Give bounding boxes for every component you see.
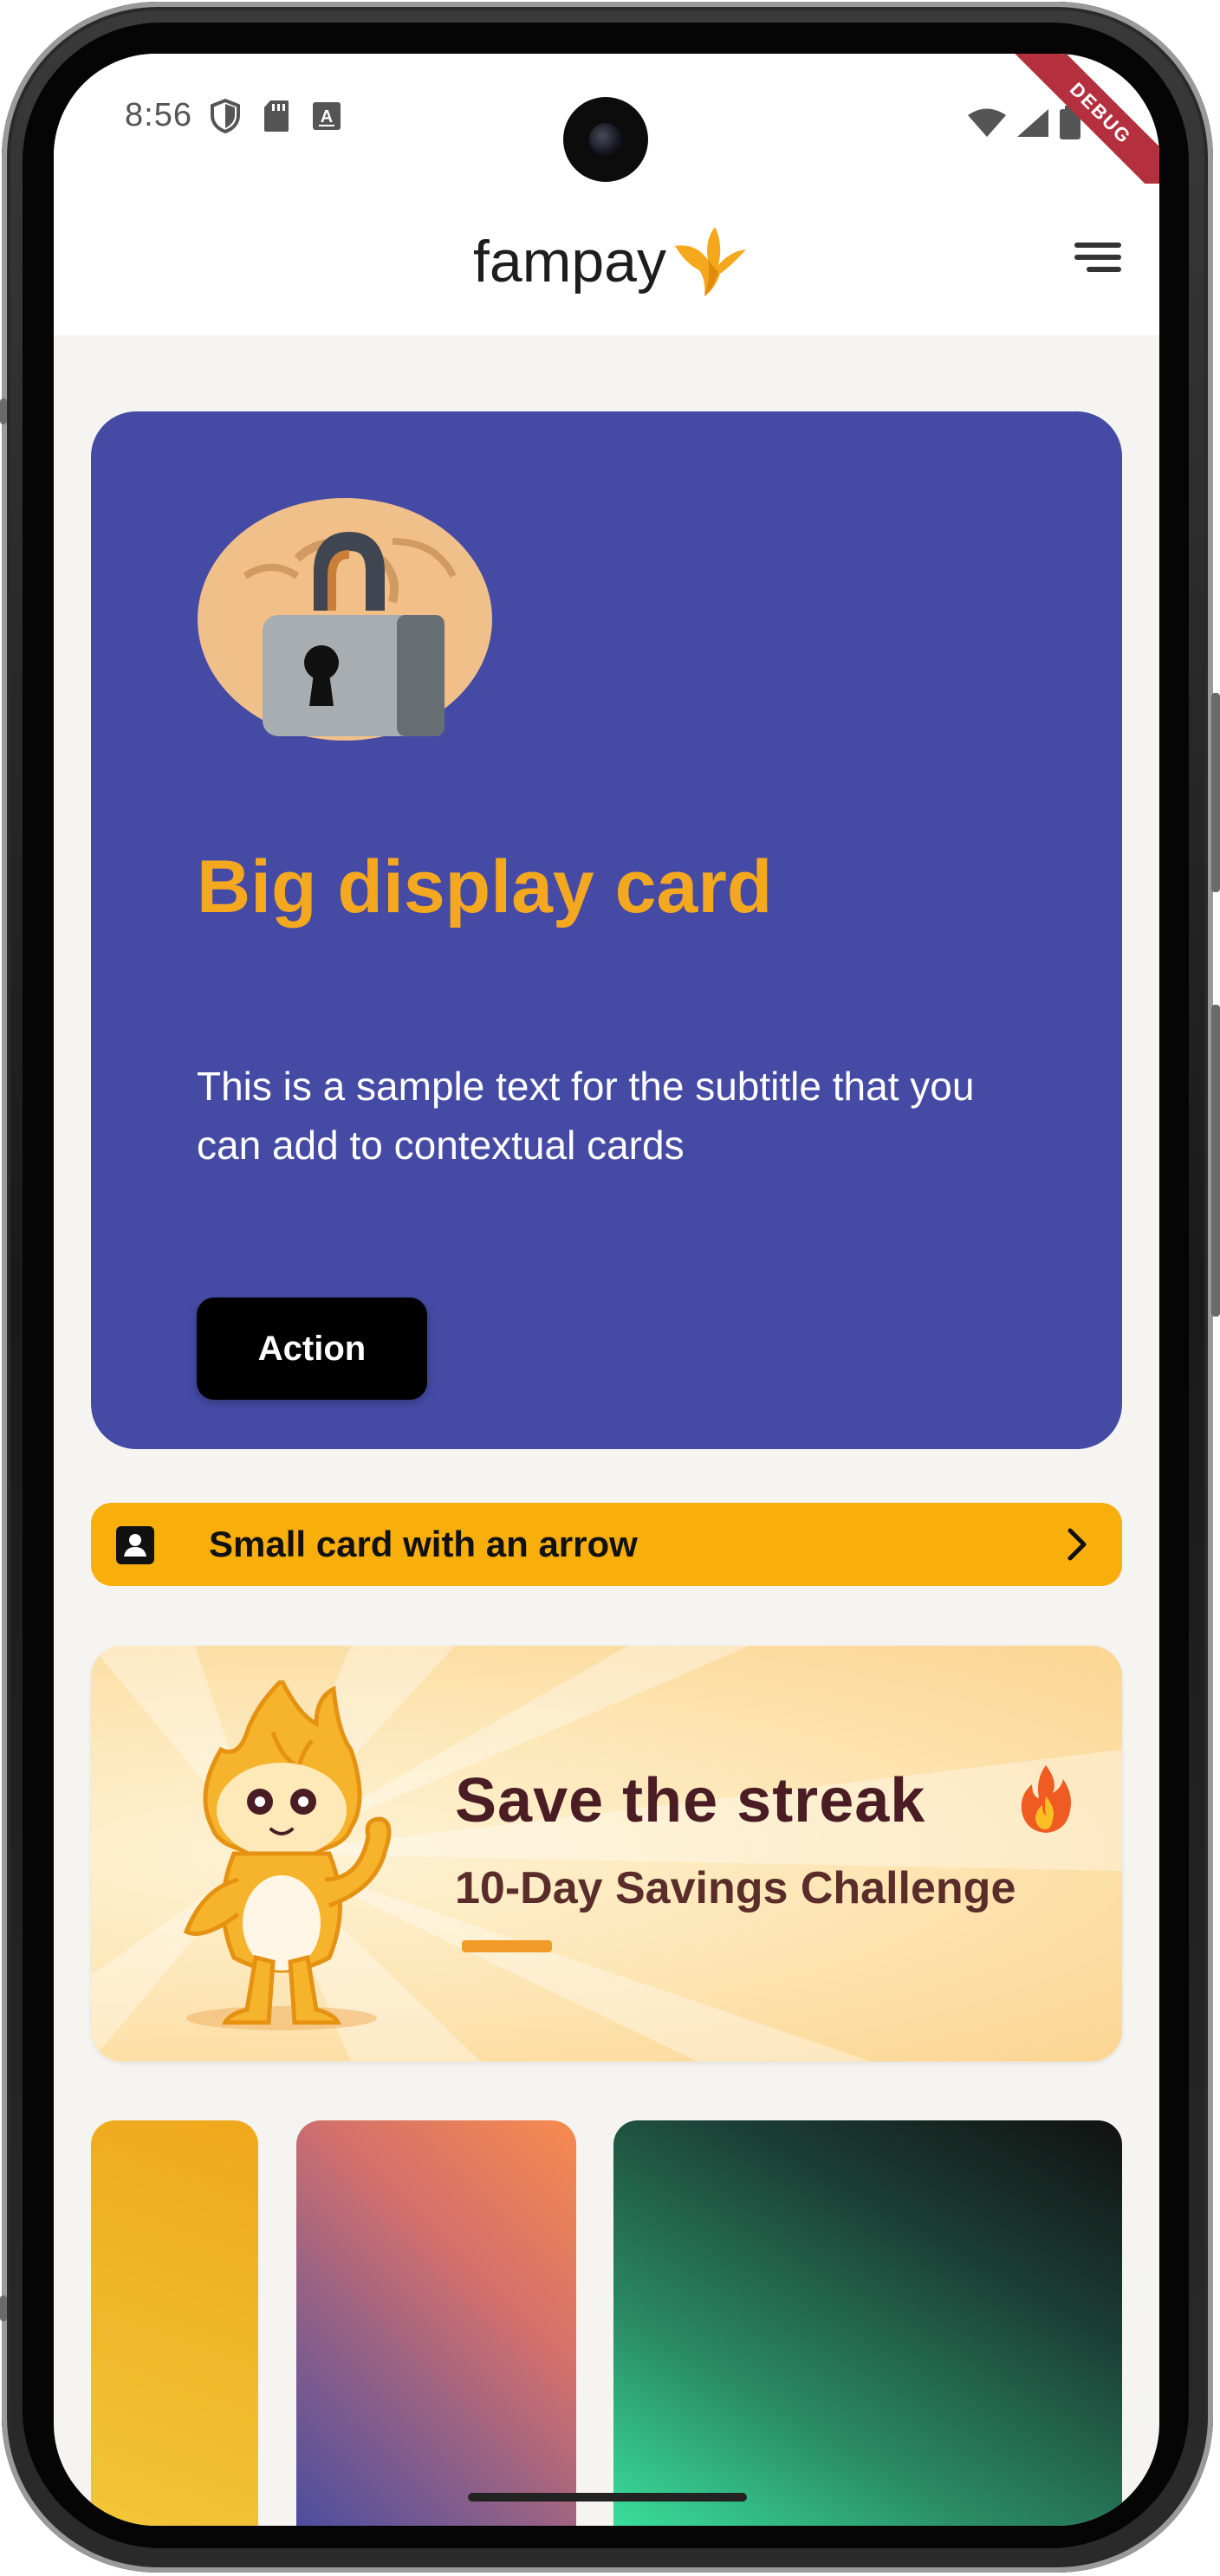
action-button[interactable]: Action — [197, 1298, 427, 1400]
front-camera — [563, 97, 648, 182]
flame-mascot-icon — [183, 1680, 392, 2030]
fampay-bird-icon — [675, 227, 746, 296]
app-screen: 8:56 A DEBUG fampay Big display card Thi… — [54, 54, 1159, 2526]
menu-button[interactable] — [1069, 236, 1121, 279]
left-side-button — [0, 398, 7, 424]
menu-icon-line-3 — [1087, 267, 1121, 272]
power-button — [1211, 693, 1220, 892]
volume-button — [1211, 1005, 1220, 1317]
home-indicator[interactable] — [468, 2493, 747, 2502]
banner-headline: Save the streak — [455, 1766, 926, 1835]
gradient-card-2[interactable] — [296, 2120, 576, 2526]
small-card-with-arrow[interactable]: Small card with an arrow — [91, 1503, 1122, 1586]
svg-text:A: A — [321, 107, 333, 126]
user-badge-icon — [116, 1526, 154, 1564]
wifi-icon — [968, 108, 1006, 137]
menu-icon-line-2 — [1074, 255, 1121, 260]
save-the-streak-banner[interactable]: Save the streak 10-Day Savings Challenge — [91, 1646, 1122, 2061]
status-time: 8:56 — [125, 97, 192, 133]
big-card-subtitle: This is a sample text for the subtitle t… — [197, 1064, 975, 1168]
big-display-card[interactable]: Big display card This is a sample text f… — [91, 411, 1122, 1449]
logo-text: fampay — [473, 229, 666, 294]
keyboard-a-icon: A — [313, 102, 341, 130]
menu-icon-line-1 — [1074, 243, 1121, 248]
gradient-card-3[interactable] — [613, 2120, 1122, 2526]
fampay-logo: fampay — [473, 225, 748, 298]
fire-emoji-icon — [1021, 1765, 1071, 1833]
phone-device: 8:56 A DEBUG fampay Big display card Thi… — [0, 0, 1220, 2576]
chevron-right-icon — [1068, 1528, 1087, 1561]
small-card-label: Small card with an arrow — [209, 1524, 638, 1564]
locked-hand-icon — [198, 498, 492, 741]
left-side-button-bottom — [0, 2295, 7, 2321]
gradient-card-1[interactable] — [91, 2120, 258, 2526]
signal-icon — [1017, 109, 1048, 137]
banner-subline: 10-Day Savings Challenge — [455, 1863, 1016, 1913]
big-card-title: Big display card — [197, 845, 773, 929]
status-bar: 8:56 A DEBUG — [54, 54, 1159, 206]
app-bar: fampay — [54, 184, 1159, 335]
status-icons-right — [967, 106, 1081, 140]
banner-accent-underline — [462, 1940, 552, 1952]
sd-card-icon — [264, 100, 289, 132]
shield-icon — [211, 99, 240, 133]
status-icons-left: A — [210, 99, 341, 133]
